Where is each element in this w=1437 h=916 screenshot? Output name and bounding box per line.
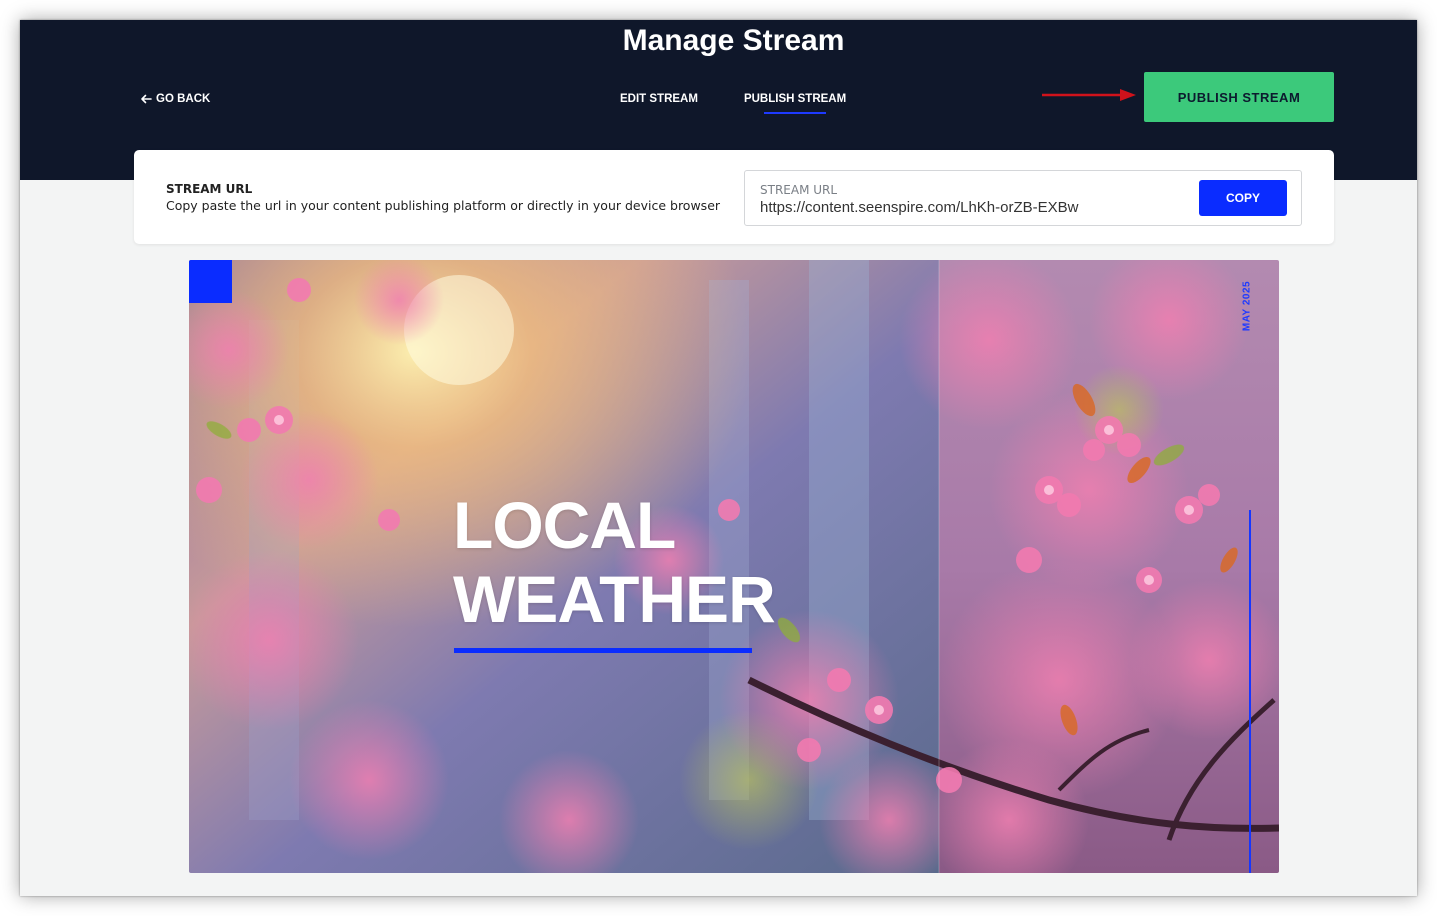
page-title: Manage Stream (622, 24, 845, 57)
copy-button[interactable]: COPY (1199, 180, 1287, 216)
stream-url-description: Copy paste the url in your content publi… (166, 198, 721, 213)
annotation-arrow-icon (1042, 89, 1136, 101)
headline-line-2: WEATHER (453, 562, 776, 636)
publish-stream-button[interactable]: PUBLISH STREAM (1144, 72, 1334, 122)
stream-url-card: STREAM URL Copy paste the url in your co… (134, 150, 1334, 244)
app-window: Manage Stream GO BACK EDIT STREAM PUBLIS… (20, 20, 1417, 896)
go-back-label: GO BACK (156, 93, 211, 105)
preview-headline: LOCAL WEATHER (453, 488, 776, 636)
headline-line-1: LOCAL (453, 488, 676, 562)
stream-url-title: STREAM URL (166, 182, 253, 196)
stream-url-field-label: STREAM URL (760, 183, 838, 197)
vertical-accent-rule (1249, 510, 1251, 873)
stream-preview: LOCAL WEATHER MAY 2025 (189, 260, 1279, 873)
arrow-left-icon (140, 93, 152, 105)
go-back-link[interactable]: GO BACK (140, 93, 210, 105)
stream-url-field: STREAM URL COPY (744, 170, 1302, 226)
preview-date-label: MAY 2025 (1241, 280, 1253, 332)
stream-url-input[interactable] (760, 199, 1180, 216)
headline-underline (454, 648, 752, 653)
tab-edit-stream[interactable]: EDIT STREAM (620, 93, 698, 114)
preview-date: MAY 2025 (1235, 278, 1259, 334)
stream-tabs: EDIT STREAM PUBLISH STREAM (620, 93, 846, 114)
brand-corner-square (189, 260, 232, 303)
tab-publish-stream[interactable]: PUBLISH STREAM (744, 93, 846, 114)
